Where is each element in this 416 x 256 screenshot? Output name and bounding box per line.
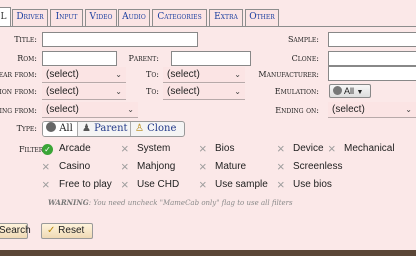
chevron-down-icon: ⌄ <box>234 87 241 96</box>
tab-driver[interactable]: Driver <box>12 9 48 26</box>
filter-screenless[interactable]: Screenless <box>293 161 342 172</box>
sample-label: Sample: <box>287 35 319 44</box>
tab-audio[interactable]: Audio <box>118 9 150 26</box>
tab-other[interactable]: Other <box>245 9 279 26</box>
parent-input[interactable] <box>171 51 251 66</box>
x-icon[interactable]: × <box>42 178 50 191</box>
footer-strip <box>0 250 416 256</box>
year-to-value: (select) <box>167 69 200 80</box>
emulation-label: Emulation: <box>274 87 319 96</box>
version-to-value: (select) <box>167 86 200 97</box>
sample-input[interactable] <box>328 32 416 47</box>
filter-bios[interactable]: Bios <box>215 143 234 154</box>
chevron-down-icon: ⌄ <box>127 105 134 114</box>
x-icon[interactable]: × <box>277 160 285 173</box>
emulation-value: All <box>344 86 355 96</box>
rating-from-select[interactable]: (select) ⌄ <box>42 102 138 118</box>
clone-label: Clone: <box>291 54 319 63</box>
x-icon[interactable]: × <box>199 160 207 173</box>
tab-categories[interactable]: Categories <box>152 9 207 26</box>
user-icon: ♟ <box>82 123 91 134</box>
tab-extra[interactable]: Extra <box>209 9 243 26</box>
type-all-button[interactable]: All <box>43 122 78 136</box>
reset-button[interactable]: ✓ Reset <box>41 223 93 239</box>
filter-mechanical[interactable]: Mechanical <box>344 143 395 154</box>
tab-video[interactable]: Video <box>85 9 117 26</box>
x-icon[interactable]: × <box>199 142 207 155</box>
filter-device[interactable]: Device <box>293 143 324 154</box>
clone-icon: ♙ <box>135 123 144 134</box>
chevron-down-icon: ⌄ <box>115 87 122 96</box>
type-toggle-group: All ♟ Parent ♙ Clone <box>42 121 185 137</box>
tab-bar: L Driver Input Video Audio Categories Ex… <box>0 0 416 28</box>
ending-on-select[interactable]: (select) ⌄ <box>328 102 416 118</box>
year-from-label: Year from: <box>0 70 37 79</box>
year-to-select[interactable]: (select) ⌄ <box>163 67 245 83</box>
filter-mahjong[interactable]: Mahjong <box>137 161 175 172</box>
x-icon[interactable]: × <box>121 160 129 173</box>
version-from-value: (select) <box>46 86 79 97</box>
year-from-select[interactable]: (select) ⌄ <box>42 67 126 83</box>
x-icon[interactable]: × <box>328 142 336 155</box>
type-parent-button[interactable]: ♟ Parent <box>78 122 131 136</box>
year-to-label: To: <box>146 70 159 79</box>
rom-label: Rom: <box>17 54 37 63</box>
x-icon[interactable]: × <box>121 142 129 155</box>
year-from-value: (select) <box>46 69 79 80</box>
warning-text: WARNING: You need uncheck "MameCab only"… <box>48 198 293 207</box>
warning-strong: WARNING <box>48 198 89 207</box>
rating-from-value: (select) <box>46 104 79 115</box>
chevron-down-icon: ⌄ <box>234 70 241 79</box>
check-icon: ✓ <box>47 225 56 236</box>
reset-button-label: Reset <box>58 225 85 236</box>
caret-down-icon: ▼ <box>356 89 364 96</box>
tab-general[interactable]: L <box>0 7 11 27</box>
version-to-label: To: <box>146 87 159 96</box>
manufacturer-input[interactable] <box>328 66 416 81</box>
search-button-label: Search <box>0 225 31 236</box>
warning-message: : You need uncheck "MameCab only" flag t… <box>88 199 293 207</box>
filter-arcade[interactable]: Arcade <box>59 143 91 154</box>
filter-system[interactable]: System <box>137 143 170 154</box>
chevron-down-icon: ⌄ <box>115 70 122 79</box>
type-all-label: All <box>59 123 73 134</box>
emulation-status-icon <box>333 86 342 95</box>
title-label: Title: <box>14 35 37 44</box>
rating-from-label: ting from: <box>0 106 37 115</box>
x-icon[interactable]: × <box>121 178 129 191</box>
type-clone-label: Clone <box>147 123 177 134</box>
version-from-select[interactable]: (select) ⌄ <box>42 84 126 100</box>
ending-on-label: Ending on: <box>275 106 319 115</box>
version-to-select[interactable]: (select) ⌄ <box>163 84 245 100</box>
type-clone-button[interactable]: ♙ Clone <box>131 122 184 136</box>
x-icon[interactable]: × <box>277 178 285 191</box>
x-icon[interactable]: × <box>42 160 50 173</box>
search-button[interactable]: Search <box>0 223 31 239</box>
x-icon[interactable]: × <box>199 178 207 191</box>
filter-use-bios[interactable]: Use bios <box>293 179 332 190</box>
filter-free-to-play[interactable]: Free to play <box>59 179 112 190</box>
version-from-label: sion from: <box>0 87 37 96</box>
rom-input[interactable] <box>42 51 117 66</box>
ending-on-value: (select) <box>332 104 365 115</box>
emulation-select[interactable]: All ▼ <box>329 84 371 98</box>
filter-use-chd[interactable]: Use CHD <box>137 179 179 190</box>
clone-input[interactable] <box>328 51 416 66</box>
type-parent-label: Parent <box>94 123 128 134</box>
filter-casino[interactable]: Casino <box>59 161 90 172</box>
filter-mature[interactable]: Mature <box>215 161 246 172</box>
manufacturer-label: Manufacturer: <box>258 70 319 79</box>
title-input[interactable] <box>42 32 198 47</box>
chevron-down-icon: ⌄ <box>405 105 412 114</box>
tab-input[interactable]: Input <box>50 9 83 26</box>
type-label: Type: <box>16 124 37 133</box>
parent-label: Parent: <box>128 54 159 63</box>
tab-divider <box>0 26 416 27</box>
check-icon[interactable]: ✓ <box>42 144 53 155</box>
filter-use-sample[interactable]: Use sample <box>215 179 268 190</box>
globe-icon <box>46 122 56 132</box>
x-icon[interactable]: × <box>277 142 285 155</box>
